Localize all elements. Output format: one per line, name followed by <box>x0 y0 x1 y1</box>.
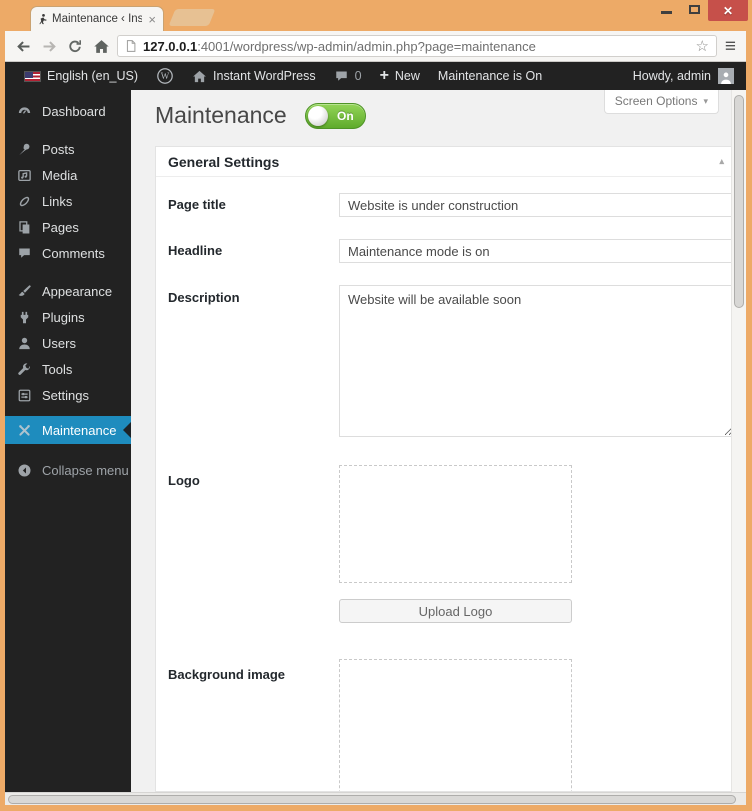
home-icon[interactable] <box>91 36 111 56</box>
links-icon <box>16 193 33 210</box>
page-icon <box>125 39 137 53</box>
settings-icon <box>16 387 33 404</box>
users-icon <box>16 335 33 352</box>
browser-menu-icon[interactable]: ≡ <box>723 37 738 56</box>
sidebar-item-links[interactable]: Links <box>5 188 131 214</box>
description-field-label: Description <box>168 290 240 305</box>
description-textarea[interactable]: Website will be available soon <box>339 285 734 437</box>
toggle-knob[interactable] <box>307 105 328 126</box>
wp-admin-bar: English (en_US) W Instant WordPress 0 + … <box>5 62 746 90</box>
bookmark-star-icon[interactable]: ☆ <box>695 37 708 55</box>
toggle-state-label: On <box>337 108 354 123</box>
sidebar-item-collapse-menu[interactable]: Collapse menu <box>5 457 131 483</box>
pages-icon <box>16 219 33 236</box>
wp-logo-menu[interactable]: W <box>147 62 183 90</box>
sidebar-item-settings[interactable]: Settings <box>5 382 131 408</box>
admin-sidebar: Dashboard Posts Media Links Pages Commen… <box>5 90 131 792</box>
svg-text:W: W <box>161 71 170 81</box>
plus-icon: + <box>379 67 389 84</box>
home-icon <box>193 70 206 82</box>
site-name-menu[interactable]: Instant WordPress <box>183 62 325 90</box>
screen-options-button[interactable]: Screen Options ▾ <box>603 90 719 114</box>
us-flag-icon <box>24 70 41 82</box>
sidebar-item-comments[interactable]: Comments <box>5 240 131 266</box>
sidebar-item-media[interactable]: Media <box>5 162 131 188</box>
comment-bubble-icon <box>335 71 347 81</box>
sidebar-item-posts[interactable]: Posts <box>5 136 131 162</box>
pin-icon <box>16 141 33 158</box>
vertical-scrollbar-thumb[interactable] <box>734 95 744 308</box>
admin-content: Screen Options ▾ Maintenance On General … <box>131 90 735 792</box>
page-title-field-label: Page title <box>168 197 226 212</box>
url-bar[interactable]: 127.0.0.1:4001/wordpress/wp-admin/admin.… <box>117 35 717 57</box>
browser-titlebar: Maintenance ‹ Instant Wo × ✕ <box>0 0 752 31</box>
favicon-icon <box>36 13 48 25</box>
collapse-icon <box>16 462 33 479</box>
tab-title: Maintenance ‹ Instant Wo <box>52 13 143 25</box>
new-tab-button[interactable] <box>168 9 216 26</box>
tab-close-icon[interactable]: × <box>146 13 158 26</box>
browser-window: Maintenance ‹ Instant Wo × ✕ 127.0.0.1:4… <box>0 0 752 811</box>
page-title-input[interactable] <box>339 193 734 217</box>
maintenance-toggle[interactable]: On <box>304 102 366 129</box>
headline-field-label: Headline <box>168 243 223 258</box>
browser-toolbar: 127.0.0.1:4001/wordpress/wp-admin/admin.… <box>5 31 746 62</box>
sidebar-item-plugins[interactable]: Plugins <box>5 304 131 330</box>
howdy-label: Howdy, admin <box>632 69 711 83</box>
window-controls: ✕ <box>652 0 752 21</box>
sidebar-item-maintenance[interactable]: Maintenance <box>5 416 131 444</box>
media-icon <box>16 167 33 184</box>
back-icon[interactable] <box>13 36 33 56</box>
collapse-arrow-icon: ▴ <box>719 156 724 166</box>
maintenance-icon <box>16 422 33 439</box>
logo-preview-box <box>339 465 572 583</box>
sidebar-item-appearance[interactable]: Appearance <box>5 278 131 304</box>
background-image-preview-box <box>339 659 572 791</box>
browser-tab[interactable]: Maintenance ‹ Instant Wo × <box>30 6 164 31</box>
url-host: 127.0.0.1 <box>143 38 198 54</box>
new-content-menu[interactable]: + New <box>371 62 429 90</box>
upload-logo-button[interactable]: Upload Logo <box>339 599 572 623</box>
headline-input[interactable] <box>339 239 734 263</box>
tools-icon <box>16 361 33 378</box>
wordpress-logo-icon: W <box>157 68 173 84</box>
language-switcher[interactable]: English (en_US) <box>15 62 147 90</box>
avatar <box>718 68 734 84</box>
comments-count: 0 <box>354 69 362 83</box>
sidebar-item-pages[interactable]: Pages <box>5 214 131 240</box>
chevron-down-icon: ▾ <box>703 95 708 106</box>
comments-icon <box>16 245 33 262</box>
admin-body: Dashboard Posts Media Links Pages Commen… <box>5 90 746 792</box>
url-rest: :4001/wordpress/wp-admin/admin.php?page=… <box>197 38 536 54</box>
site-name-label: Instant WordPress <box>213 69 316 83</box>
new-label: New <box>394 69 420 83</box>
language-label: English (en_US) <box>47 69 139 83</box>
close-window-button[interactable]: ✕ <box>708 0 748 21</box>
logo-field-label: Logo <box>168 473 200 488</box>
general-settings-panel: General Settings ▴ Page title Headline D… <box>155 146 735 792</box>
page-header: Maintenance On <box>155 102 366 129</box>
maintenance-status-menu[interactable]: Maintenance is On <box>429 62 551 90</box>
plugins-icon <box>16 309 33 326</box>
minimize-button[interactable] <box>652 0 680 19</box>
maintenance-status-label: Maintenance is On <box>437 69 543 83</box>
page-title: Maintenance <box>155 102 287 128</box>
reload-icon[interactable] <box>65 36 85 56</box>
panel-header[interactable]: General Settings ▴ <box>156 147 734 177</box>
appearance-icon <box>16 283 33 300</box>
horizontal-scrollbar-thumb[interactable] <box>8 795 736 804</box>
sidebar-item-tools[interactable]: Tools <box>5 356 131 382</box>
url-text: 127.0.0.1:4001/wordpress/wp-admin/admin.… <box>143 39 689 54</box>
comments-menu[interactable]: 0 <box>325 62 371 90</box>
maximize-button[interactable] <box>680 0 708 19</box>
panel-title: General Settings <box>168 153 280 170</box>
horizontal-scrollbar[interactable] <box>5 792 746 805</box>
account-menu[interactable]: Howdy, admin <box>633 68 736 84</box>
dashboard-icon <box>16 103 33 120</box>
sidebar-item-users[interactable]: Users <box>5 330 131 356</box>
forward-icon[interactable] <box>39 36 59 56</box>
sidebar-item-dashboard[interactable]: Dashboard <box>5 98 131 124</box>
background-image-field-label: Background image <box>168 667 286 682</box>
vertical-scrollbar[interactable] <box>731 90 746 792</box>
